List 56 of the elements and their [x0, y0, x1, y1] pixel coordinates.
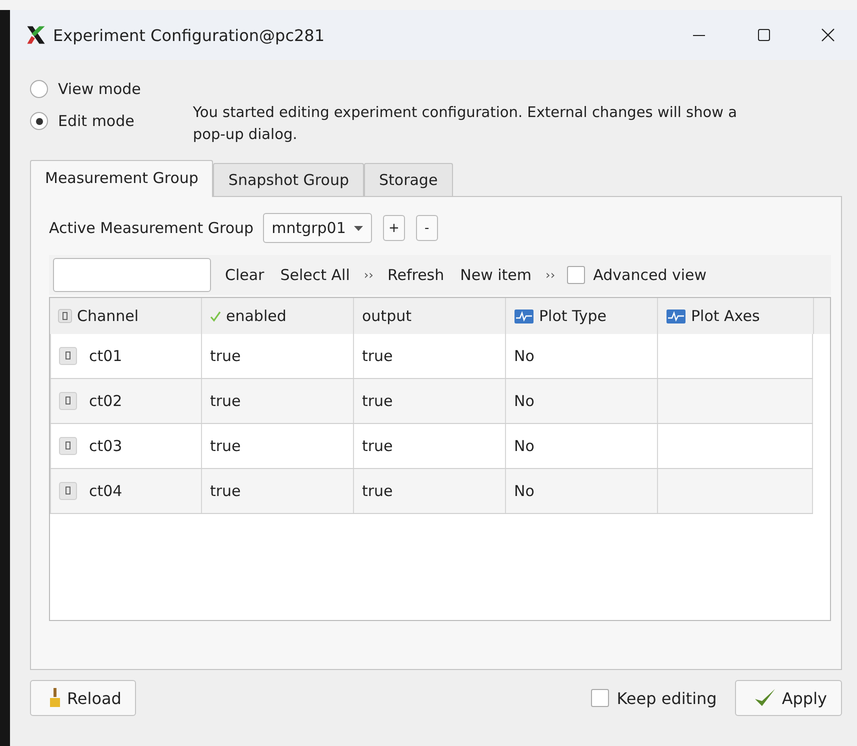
device-icon	[59, 392, 77, 410]
table-cell: No	[506, 469, 658, 513]
table-cell: true	[354, 334, 506, 378]
table-cell: true	[354, 379, 506, 423]
device-icon	[59, 347, 77, 365]
window-title: Experiment Configuration@pc281	[53, 26, 325, 44]
checkbox-label[interactable]: Advanced view	[585, 266, 715, 284]
table-cell: ct03	[50, 424, 202, 468]
device-icon	[59, 482, 77, 500]
table-cell: No	[506, 379, 658, 423]
maximize-icon[interactable]	[757, 28, 771, 42]
radio-button[interactable]	[30, 112, 48, 130]
device-icon	[58, 309, 72, 323]
table-cell: ct01	[50, 334, 202, 378]
radio-label[interactable]: View mode	[58, 80, 141, 98]
reload-button[interactable]: Reload	[30, 680, 136, 716]
table-cell: ct04	[50, 469, 202, 513]
table-cell: No	[506, 424, 658, 468]
checkbox[interactable]	[567, 266, 586, 284]
apply-button[interactable]: Apply	[734, 680, 842, 716]
checkbox[interactable]	[590, 689, 609, 707]
table-cell: true	[354, 469, 506, 513]
small-button[interactable]: -	[416, 215, 438, 241]
group-dropdown[interactable]: mntgrp01	[262, 213, 372, 243]
table-cell: ct02	[50, 379, 202, 423]
plot-icon	[514, 308, 534, 324]
check-icon	[754, 688, 776, 708]
toolbar-button[interactable]: Select All	[272, 266, 358, 284]
app-logo-icon	[25, 24, 47, 46]
info-message: You started editing experiment configuration. External changes will show a pop-up dialog.	[192, 104, 738, 145]
radio-label[interactable]: Edit mode	[58, 112, 134, 130]
table-cell: true	[354, 424, 506, 468]
plot-icon	[666, 308, 686, 324]
overflow-button[interactable]: ››	[358, 268, 380, 282]
tab[interactable]: Snapshot Group	[213, 163, 364, 196]
toolbar-button[interactable]: Refresh	[379, 266, 452, 284]
brush-icon	[49, 688, 61, 708]
toolbar-button[interactable]: Clear	[217, 266, 272, 284]
filter-field[interactable]	[53, 258, 211, 292]
table-cell: true	[202, 469, 354, 513]
small-button[interactable]: +	[382, 215, 405, 241]
table-cell: No	[506, 334, 658, 378]
table-cell: true	[202, 379, 354, 423]
check-icon	[210, 310, 221, 322]
device-icon	[59, 437, 77, 455]
tab[interactable]: Measurement Group	[30, 160, 214, 197]
close-icon[interactable]	[821, 28, 835, 42]
toolbar-button[interactable]: New item	[452, 266, 540, 284]
table-cell: true	[202, 424, 354, 468]
checkbox-label[interactable]: Keep editing	[608, 688, 735, 708]
tab[interactable]: Storage	[364, 163, 453, 196]
caret-icon	[354, 226, 363, 230]
radio-button[interactable]	[30, 80, 48, 98]
table-cell: true	[202, 334, 354, 378]
overflow-button[interactable]: ››	[540, 268, 562, 282]
field-label: Active Measurement Group	[49, 219, 254, 237]
